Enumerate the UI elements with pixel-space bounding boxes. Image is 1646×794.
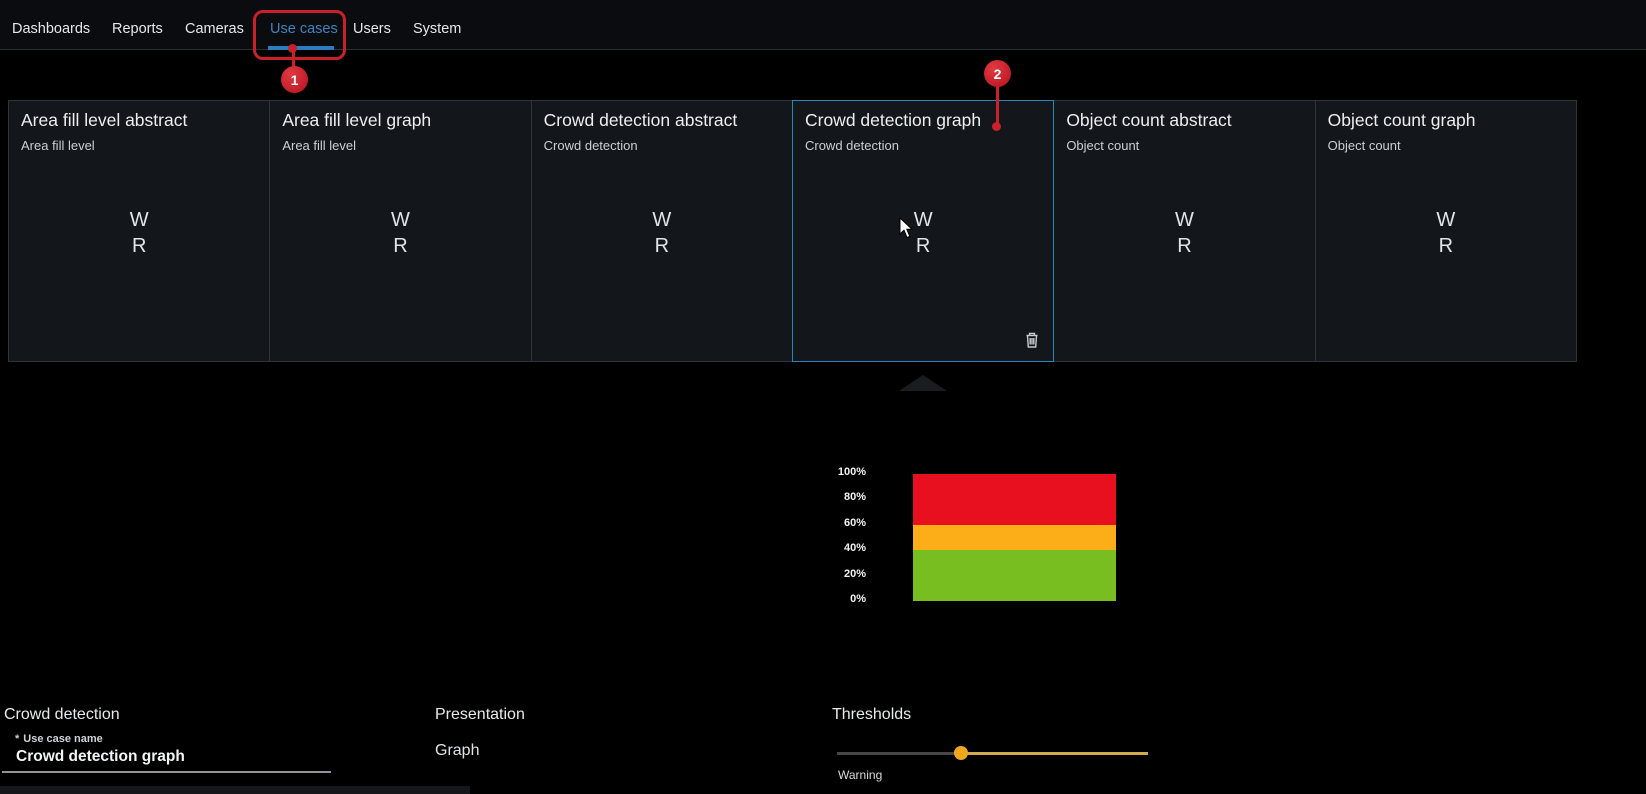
required-marker: * xyxy=(15,733,19,745)
watermark-line-1: W xyxy=(793,207,1053,233)
warning-threshold-slider[interactable] xyxy=(837,746,1148,760)
slider-track-active xyxy=(961,752,1148,755)
annotation-highlight-box xyxy=(253,10,346,60)
watermark-line-1: W xyxy=(1054,207,1314,233)
card-watermark: W R xyxy=(9,207,269,259)
bottom-panel-edge xyxy=(0,786,470,794)
annotation-step-2-badge: 2 xyxy=(984,60,1011,87)
use-case-card-object-count-abstract[interactable]: Object count abstract Object count W R xyxy=(1053,100,1315,362)
card-watermark: W R xyxy=(1054,207,1314,259)
card-watermark: W R xyxy=(532,207,792,259)
use-case-card-crowd-detection-graph[interactable]: Crowd detection graph Crowd detection W … xyxy=(792,100,1054,362)
annotation-line xyxy=(996,85,999,125)
use-case-card-crowd-detection-abstract[interactable]: Crowd detection abstract Crowd detection… xyxy=(531,100,793,362)
card-title: Crowd detection abstract xyxy=(544,110,780,131)
slider-track-inactive xyxy=(837,752,961,755)
card-subtitle: Crowd detection xyxy=(544,138,780,153)
thresholds-section-title: Thresholds xyxy=(832,706,911,724)
card-title: Crowd detection graph xyxy=(805,110,1041,131)
card-subtitle: Area fill level xyxy=(282,138,518,153)
nav-item-reports[interactable]: Reports xyxy=(112,21,163,37)
watermark-line-1: W xyxy=(532,207,792,233)
card-watermark: W R xyxy=(793,207,1053,259)
normal-band xyxy=(913,550,1116,601)
y-tick-label: 40% xyxy=(844,542,866,554)
annotation-dot xyxy=(992,122,1001,131)
warning-threshold-label: Warning xyxy=(838,768,882,782)
presentation-section-title: Presentation xyxy=(435,706,525,724)
watermark-line-1: W xyxy=(270,207,530,233)
card-title: Area fill level abstract xyxy=(21,110,257,131)
card-subtitle: Crowd detection xyxy=(805,138,1041,153)
card-title: Object count abstract xyxy=(1066,110,1302,131)
watermark-line-2: R xyxy=(793,233,1053,259)
use-case-card-area-fill-level-abstract[interactable]: Area fill level abstract Area fill level… xyxy=(8,100,270,362)
watermark-line-1: W xyxy=(9,207,269,233)
watermark-line-2: R xyxy=(1054,233,1314,259)
nav-item-system[interactable]: System xyxy=(413,21,461,37)
card-title: Object count graph xyxy=(1328,110,1564,131)
presentation-select[interactable]: Graph xyxy=(435,742,479,760)
warning-thumb[interactable] xyxy=(954,746,968,760)
nav-item-cameras[interactable]: Cameras xyxy=(185,21,244,37)
watermark-line-2: R xyxy=(1316,233,1576,259)
warning-band xyxy=(913,525,1116,550)
y-tick-label: 60% xyxy=(844,517,866,529)
app-window: Dashboards Reports Cameras Use cases Use… xyxy=(0,0,1646,794)
y-tick-label: 20% xyxy=(844,568,866,580)
watermark-line-1: W xyxy=(1316,207,1576,233)
nav-item-users[interactable]: Users xyxy=(353,21,391,37)
top-nav-bar: Dashboards Reports Cameras Use cases Use… xyxy=(0,0,1646,50)
annotation-step-1-badge: 1 xyxy=(281,66,308,93)
card-title: Area fill level graph xyxy=(282,110,518,131)
annotation-dot xyxy=(288,44,297,53)
y-tick-label: 100% xyxy=(838,466,866,478)
use-case-card-grid: Area fill level abstract Area fill level… xyxy=(8,100,1577,362)
card-subtitle: Area fill level xyxy=(21,138,257,153)
nav-item-dashboards[interactable]: Dashboards xyxy=(12,21,90,37)
use-case-name-input[interactable]: Crowd detection graph xyxy=(16,748,185,766)
critical-band xyxy=(913,474,1116,525)
card-watermark: W R xyxy=(1316,207,1576,259)
trash-icon xyxy=(1024,331,1040,349)
use-case-name-label: * Use case name xyxy=(15,733,103,745)
use-case-section-title: Crowd detection xyxy=(4,706,120,724)
use-case-card-area-fill-level-graph[interactable]: Area fill level graph Area fill level W … xyxy=(269,100,531,362)
card-subtitle: Object count xyxy=(1328,138,1564,153)
y-tick-label: 80% xyxy=(844,491,866,503)
watermark-line-2: R xyxy=(532,233,792,259)
threshold-band-chart xyxy=(913,474,1116,601)
watermark-line-2: R xyxy=(9,233,269,259)
input-underline xyxy=(2,771,331,773)
mouse-cursor xyxy=(899,217,914,239)
card-watermark: W R xyxy=(270,207,530,259)
use-case-card-object-count-graph[interactable]: Object count graph Object count W R xyxy=(1315,100,1577,362)
use-case-name-label-text: Use case name xyxy=(23,733,103,745)
card-subtitle: Object count xyxy=(1066,138,1302,153)
detail-panel-arrow xyxy=(899,375,947,391)
y-tick-label: 0% xyxy=(850,593,866,605)
watermark-line-2: R xyxy=(270,233,530,259)
delete-use-case-button[interactable] xyxy=(1023,331,1041,351)
